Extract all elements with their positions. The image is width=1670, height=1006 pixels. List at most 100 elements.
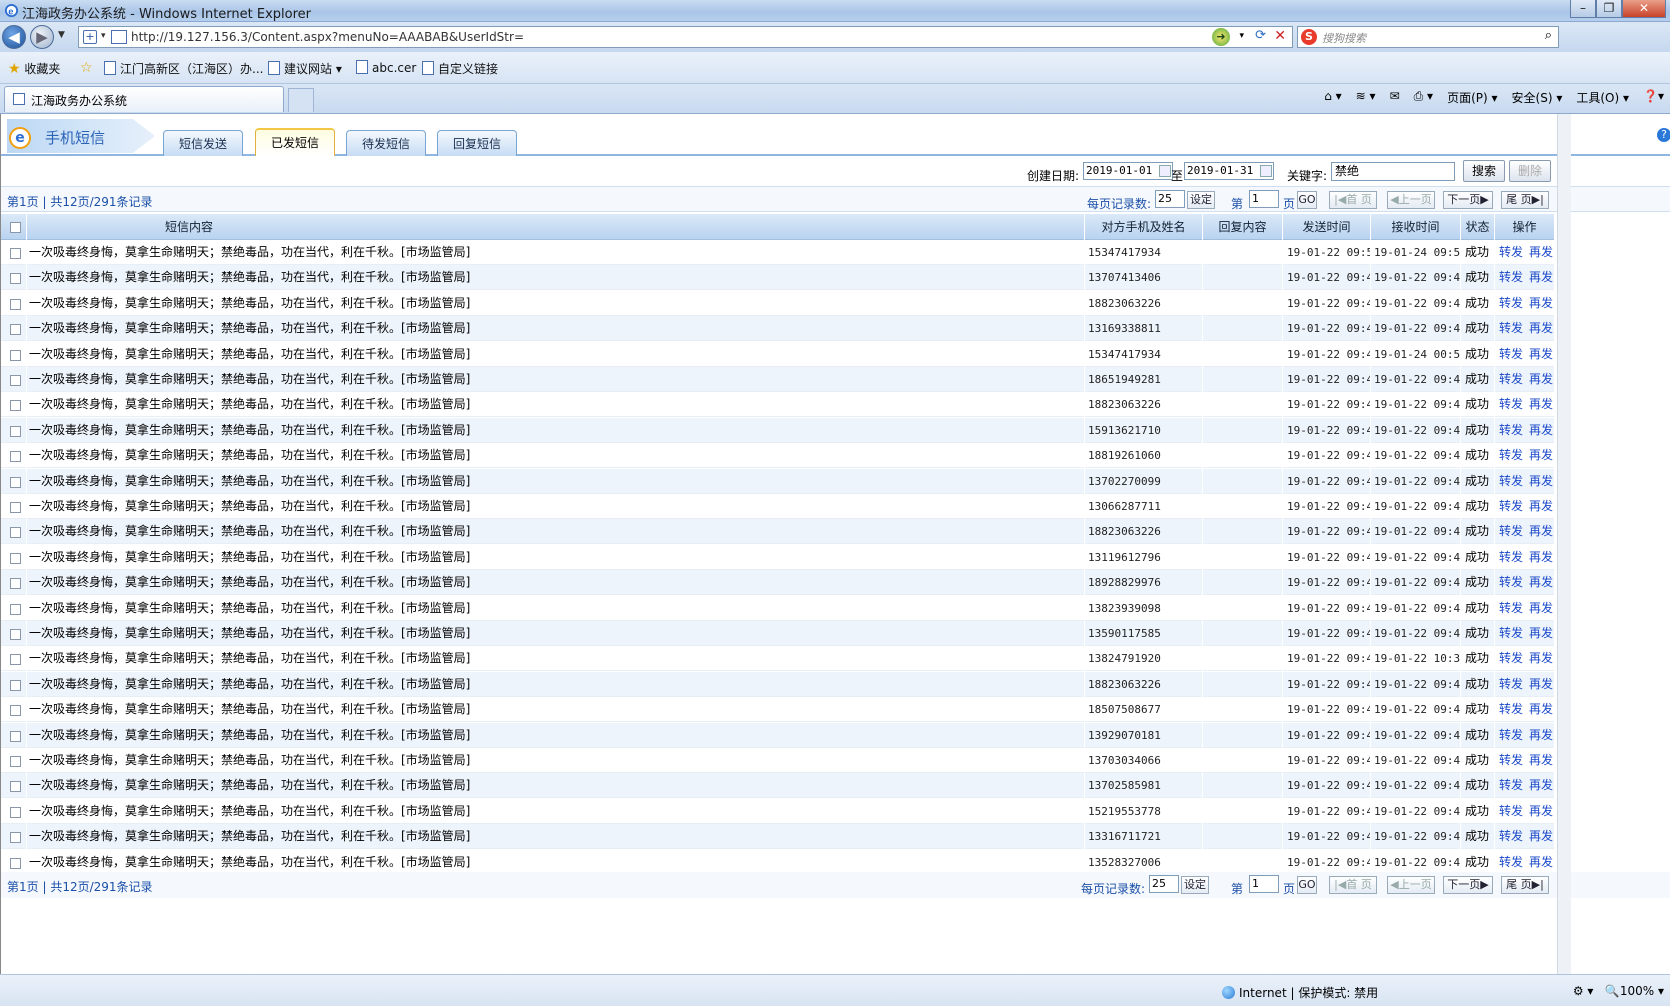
new-tab-button[interactable] [288, 88, 314, 112]
forward-link[interactable]: 转发 [1499, 245, 1523, 259]
last-page-button[interactable]: 尾 页▶| [1501, 876, 1549, 894]
row-checkbox[interactable] [10, 552, 21, 564]
history-dropdown-icon[interactable]: ▼ [58, 30, 65, 40]
table-row[interactable]: 一次吸毒终身悔，莫拿生命赌明天；禁绝毒品，功在当代，利在千秋。[市场监管局] 18… [1, 519, 1555, 545]
forward-link[interactable]: 转发 [1499, 423, 1523, 437]
resend-link[interactable]: 再发 [1529, 601, 1553, 615]
forward-link[interactable]: 转发 [1499, 347, 1523, 361]
fav-link-abc[interactable]: abc.cer [356, 60, 416, 75]
url-dropdown-icon[interactable]: ▾ [1239, 31, 1244, 41]
calendar-icon[interactable] [1159, 165, 1171, 177]
feeds-icon[interactable]: ≋ ▾ [1356, 89, 1376, 106]
mail-icon[interactable]: ✉ [1390, 89, 1400, 106]
forward-link[interactable]: 转发 [1499, 372, 1523, 386]
table-row[interactable]: 一次吸毒终身悔，莫拿生命赌明天；禁绝毒品，功在当代，利在千秋。[市场监管局] 18… [1, 392, 1555, 418]
url-field[interactable]: + ▾ http://19.127.156.3/Content.aspx?men… [78, 26, 1293, 48]
row-checkbox[interactable] [10, 375, 21, 386]
row-checkbox[interactable] [10, 400, 21, 412]
table-row[interactable]: 一次吸毒终身悔，莫拿生命赌明天；禁绝毒品，功在当代，利在千秋。[市场监管局] 18… [1, 671, 1555, 697]
resend-link[interactable]: 再发 [1529, 397, 1553, 411]
search-button[interactable]: 搜索 [1463, 160, 1505, 182]
forward-link[interactable]: 转发 [1499, 524, 1523, 538]
row-checkbox[interactable] [10, 527, 21, 539]
table-row[interactable]: 一次吸毒终身悔，莫拿生命赌明天；禁绝毒品，功在当代，利在千秋。[市场监管局] 13… [1, 722, 1555, 748]
row-checkbox[interactable] [10, 502, 21, 513]
table-row[interactable]: 一次吸毒终身悔，莫拿生命赌明天；禁绝毒品，功在当代，利在千秋。[市场监管局] 13… [1, 494, 1555, 519]
row-checkbox[interactable] [10, 578, 21, 590]
safety-menu[interactable]: 安全(S) ▾ [1512, 89, 1563, 106]
row-checkbox[interactable] [10, 806, 21, 818]
col-content[interactable]: 短信内容 [27, 214, 1085, 240]
forward-link[interactable]: 转发 [1499, 321, 1523, 335]
table-row[interactable]: 一次吸毒终身悔，莫拿生命赌明天；禁绝毒品，功在当代，利在千秋。[市场监管局] 18… [1, 290, 1555, 316]
forward-link[interactable]: 转发 [1499, 829, 1523, 843]
resend-link[interactable]: 再发 [1529, 753, 1553, 767]
fav-link-jiangmen[interactable]: 江门高新区（江海区）办... [104, 60, 263, 77]
date-to-field[interactable]: 2019-01-31 [1184, 162, 1274, 180]
resend-link[interactable]: 再发 [1529, 778, 1553, 792]
forward-link[interactable]: 转发 [1499, 550, 1523, 564]
page-menu[interactable]: 页面(P) ▾ [1447, 89, 1497, 106]
forward-link[interactable]: 转发 [1499, 778, 1523, 792]
chevron-down-icon[interactable]: ▾ [101, 31, 106, 41]
resend-link[interactable]: 再发 [1529, 372, 1553, 386]
row-checkbox[interactable] [10, 248, 21, 259]
forward-link[interactable]: 转发 [1499, 626, 1523, 640]
restore-button[interactable]: ❐ [1596, 0, 1622, 18]
next-page-button[interactable]: 下一页▶ [1443, 191, 1493, 209]
minimize-button[interactable]: – [1570, 0, 1596, 18]
forward-link[interactable]: 转发 [1499, 855, 1523, 869]
table-row[interactable]: 一次吸毒终身悔，莫拿生命赌明天；禁绝毒品，功在当代，利在千秋。[市场监管局] 18… [1, 443, 1555, 469]
next-page-button[interactable]: 下一页▶ [1443, 876, 1493, 894]
forward-link[interactable]: 转发 [1499, 474, 1523, 488]
tab-send-sms[interactable]: 短信发送 [163, 130, 243, 156]
add-favorites-icon[interactable]: ☆ [80, 60, 93, 76]
row-checkbox[interactable] [10, 629, 21, 640]
calendar-icon[interactable] [1260, 165, 1272, 177]
last-page-button[interactable]: 尾 页▶| [1501, 191, 1549, 209]
compat-view-icon[interactable]: + [83, 30, 97, 44]
per-page-input[interactable]: 25 [1149, 875, 1179, 893]
forward-link[interactable]: 转发 [1499, 499, 1523, 513]
resend-link[interactable]: 再发 [1529, 651, 1553, 665]
back-button[interactable]: ◀ [2, 25, 26, 49]
row-checkbox[interactable] [10, 756, 21, 767]
forward-link[interactable]: 转发 [1499, 270, 1523, 284]
table-row[interactable]: 一次吸毒终身悔，莫拿生命赌明天；禁绝毒品，功在当代，利在千秋。[市场监管局] 18… [1, 367, 1555, 392]
table-row[interactable]: 一次吸毒终身悔，莫拿生命赌明天；禁绝毒品，功在当代，利在千秋。[市场监管局] 13… [1, 773, 1555, 799]
search-placeholder[interactable]: 搜狗搜索 [1322, 30, 1366, 46]
row-checkbox[interactable] [10, 298, 21, 310]
forward-button[interactable]: ▶ [30, 25, 54, 49]
zoom-control[interactable]: ⚙ ▾ 🔍100% ▾ [1573, 984, 1664, 998]
row-checkbox[interactable] [10, 324, 21, 336]
forward-link[interactable]: 转发 [1499, 296, 1523, 310]
resend-link[interactable]: 再发 [1529, 829, 1553, 843]
forward-link[interactable]: 转发 [1499, 753, 1523, 767]
search-icon[interactable]: ⌕ [1545, 28, 1552, 43]
forward-link[interactable]: 转发 [1499, 804, 1523, 818]
row-checkbox[interactable] [10, 476, 21, 488]
select-all-checkbox[interactable] [10, 222, 21, 233]
print-icon[interactable]: ⎙ ▾ [1414, 89, 1433, 106]
table-row[interactable]: 一次吸毒终身悔，莫拿生命赌明天；禁绝毒品，功在当代，利在千秋。[市场监管局] 13… [1, 544, 1555, 570]
row-checkbox[interactable] [10, 679, 21, 691]
row-checkbox[interactable] [10, 425, 21, 437]
row-checkbox[interactable] [10, 857, 21, 869]
delete-button[interactable]: 删除 [1509, 160, 1551, 182]
resend-link[interactable]: 再发 [1529, 347, 1553, 361]
row-checkbox[interactable] [10, 349, 21, 361]
resend-link[interactable]: 再发 [1529, 575, 1553, 589]
table-row[interactable]: 一次吸毒终身悔，莫拿生命赌明天；禁绝毒品，功在当代，利在千秋。[市场监管局] 13… [1, 468, 1555, 494]
home-icon[interactable]: ⌂ ▾ [1324, 89, 1341, 106]
page-number-input[interactable]: 1 [1249, 190, 1279, 208]
row-checkbox[interactable] [10, 451, 21, 463]
table-row[interactable]: 一次吸毒终身悔，莫拿生命赌明天；禁绝毒品，功在当代，利在千秋。[市场监管局] 18… [1, 570, 1555, 596]
col-sent-time[interactable]: 发送时间 [1283, 214, 1371, 240]
resend-link[interactable]: 再发 [1529, 728, 1553, 742]
forward-link[interactable]: 转发 [1499, 702, 1523, 716]
forward-link[interactable]: 转发 [1499, 728, 1523, 742]
resend-link[interactable]: 再发 [1529, 626, 1553, 640]
resend-link[interactable]: 再发 [1529, 524, 1553, 538]
resend-link[interactable]: 再发 [1529, 499, 1553, 513]
resend-link[interactable]: 再发 [1529, 296, 1553, 310]
